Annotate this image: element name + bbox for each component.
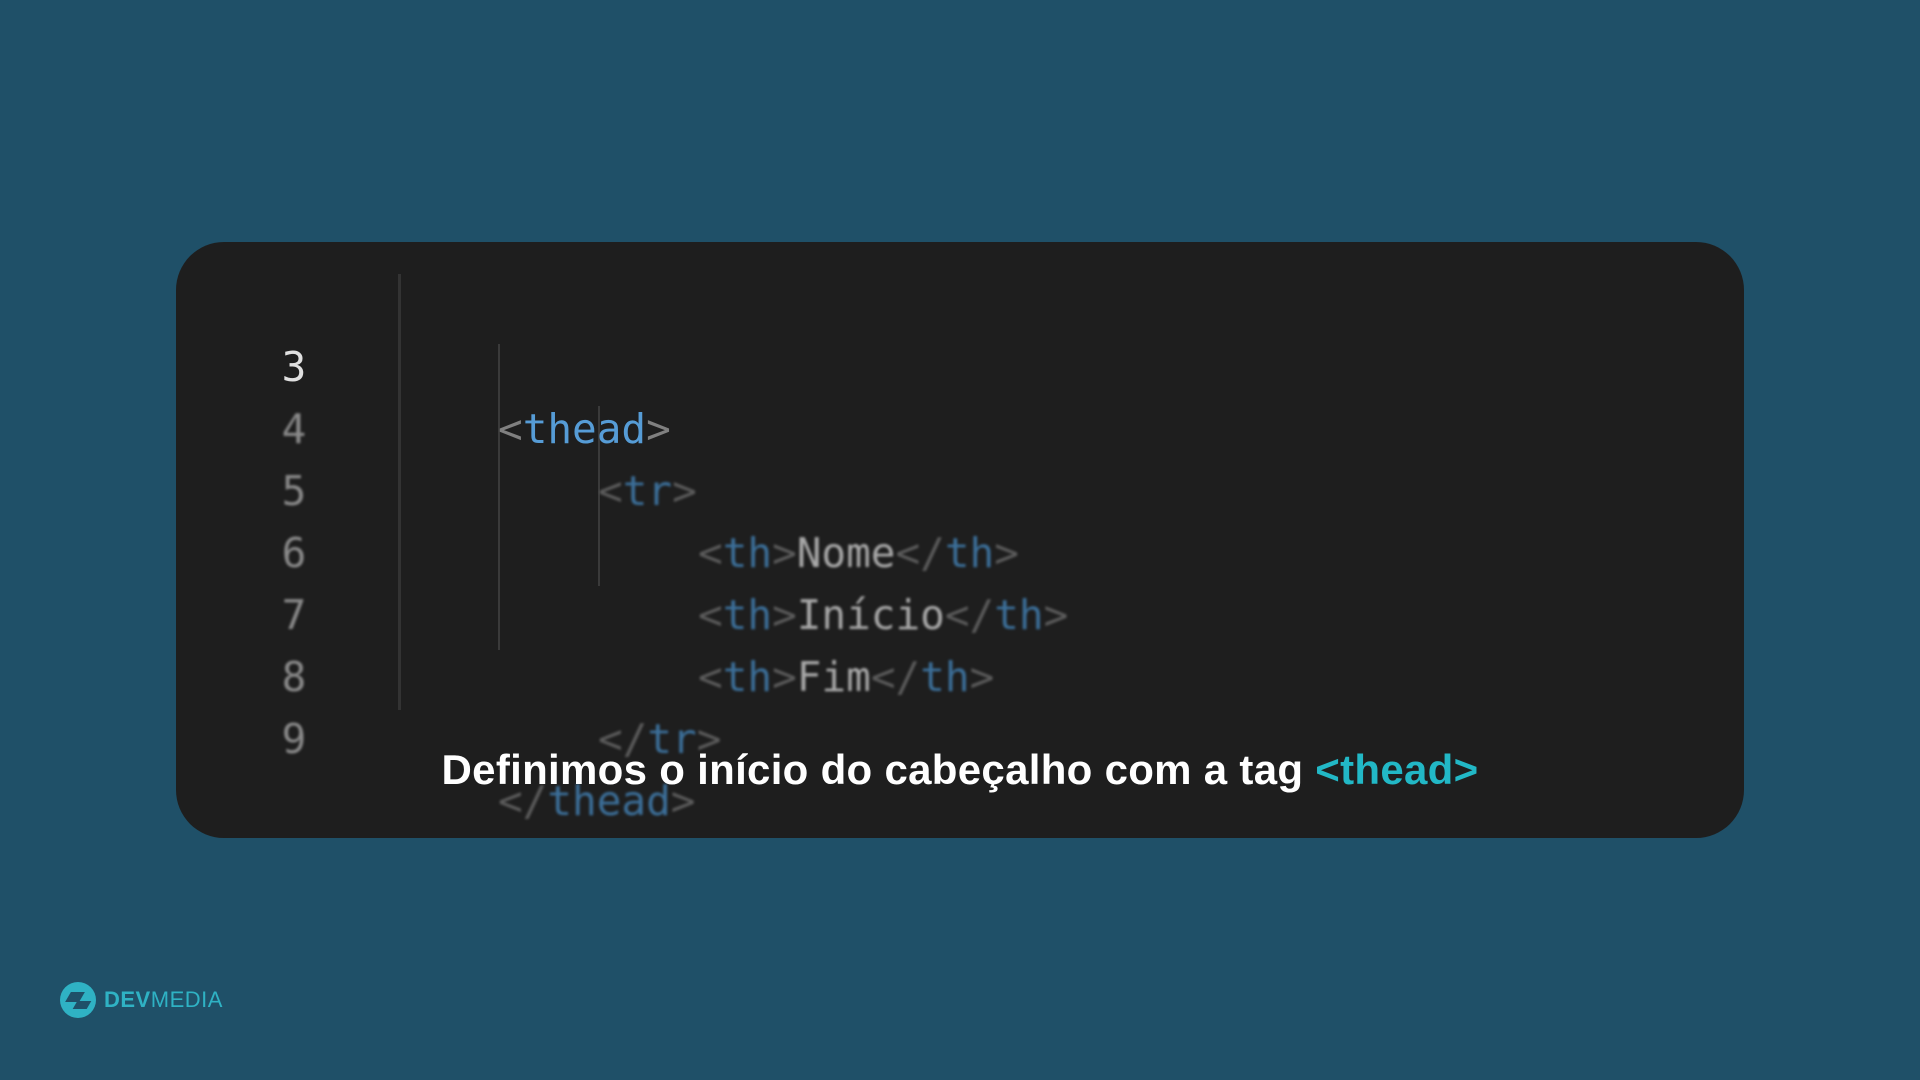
- tag-name: tr: [622, 467, 673, 515]
- code-text: <th>Início</th>: [698, 584, 1068, 646]
- caption-highlight: <thead>: [1315, 746, 1479, 793]
- logo-text-light: MEDIA: [150, 987, 223, 1012]
- code-text: <th>Fim</th>: [698, 646, 994, 708]
- tag-bracket: >: [969, 653, 995, 701]
- code-text: <tr>: [598, 460, 697, 522]
- devmedia-logo-icon: [60, 982, 96, 1018]
- code-editor: 3 <thead> 4 <tr> 5 <th>Nome</th> 6 <th>I…: [176, 242, 1744, 825]
- caption-text: Definimos o início do cabeçalho com a ta…: [441, 746, 1316, 793]
- code-text: <thead>: [498, 398, 671, 460]
- tag-bracket: </: [870, 653, 921, 701]
- tag-bracket: <: [698, 591, 723, 639]
- tag-name: th: [722, 529, 773, 577]
- code-text: <th>Nome</th>: [698, 522, 1019, 584]
- tag-bracket: <: [698, 653, 723, 701]
- tag-bracket: <: [598, 467, 623, 515]
- devmedia-logo: DEVMEDIA: [60, 980, 223, 1020]
- code-line-8: 8 </tr>: [176, 584, 722, 763]
- tag-bracket: >: [672, 467, 697, 515]
- tag-name: th: [722, 591, 773, 639]
- code-line-7: 7 <th>Fim</th>: [176, 522, 995, 701]
- indent-guide: [498, 344, 500, 650]
- cell-text: Nome: [796, 529, 896, 577]
- slide: 3 <thead> 4 <tr> 5 <th>Nome</th> 6 <th>I…: [0, 0, 1920, 1080]
- code-line-5: 5 <th>Nome</th>: [176, 398, 1019, 577]
- tag-bracket: <: [698, 529, 723, 577]
- code-line-9: 9 </thead>: [176, 646, 696, 825]
- code-line-4: 4 <tr>: [176, 336, 697, 515]
- logo-text-bold: DEV: [104, 987, 151, 1012]
- caption: Definimos o início do cabeçalho com a ta…: [176, 746, 1744, 794]
- tag-name: th: [994, 591, 1044, 639]
- tag-bracket: >: [772, 591, 797, 639]
- tag-name: th: [920, 653, 970, 701]
- tag-name: thead: [522, 405, 647, 453]
- tag-bracket: <: [498, 405, 523, 453]
- tag-bracket: >: [1043, 591, 1069, 639]
- tag-bracket: </: [944, 591, 995, 639]
- logo-wordmark: DEVMEDIA: [104, 987, 223, 1013]
- code-line-3: 3 <thead>: [176, 274, 671, 453]
- tag-bracket: </: [895, 529, 945, 577]
- cell-text: Início: [796, 591, 945, 639]
- gutter-divider: [398, 274, 401, 710]
- cell-text: Fim: [796, 653, 871, 701]
- tag-bracket: >: [646, 405, 671, 453]
- tag-name: th: [944, 529, 995, 577]
- tag-bracket: >: [772, 529, 797, 577]
- tag-name: th: [722, 653, 773, 701]
- code-card: 3 <thead> 4 <tr> 5 <th>Nome</th> 6 <th>I…: [176, 242, 1744, 838]
- code-line-6: 6 <th>Início</th>: [176, 460, 1069, 639]
- tag-bracket: >: [772, 653, 797, 701]
- tag-bracket: >: [994, 529, 1019, 577]
